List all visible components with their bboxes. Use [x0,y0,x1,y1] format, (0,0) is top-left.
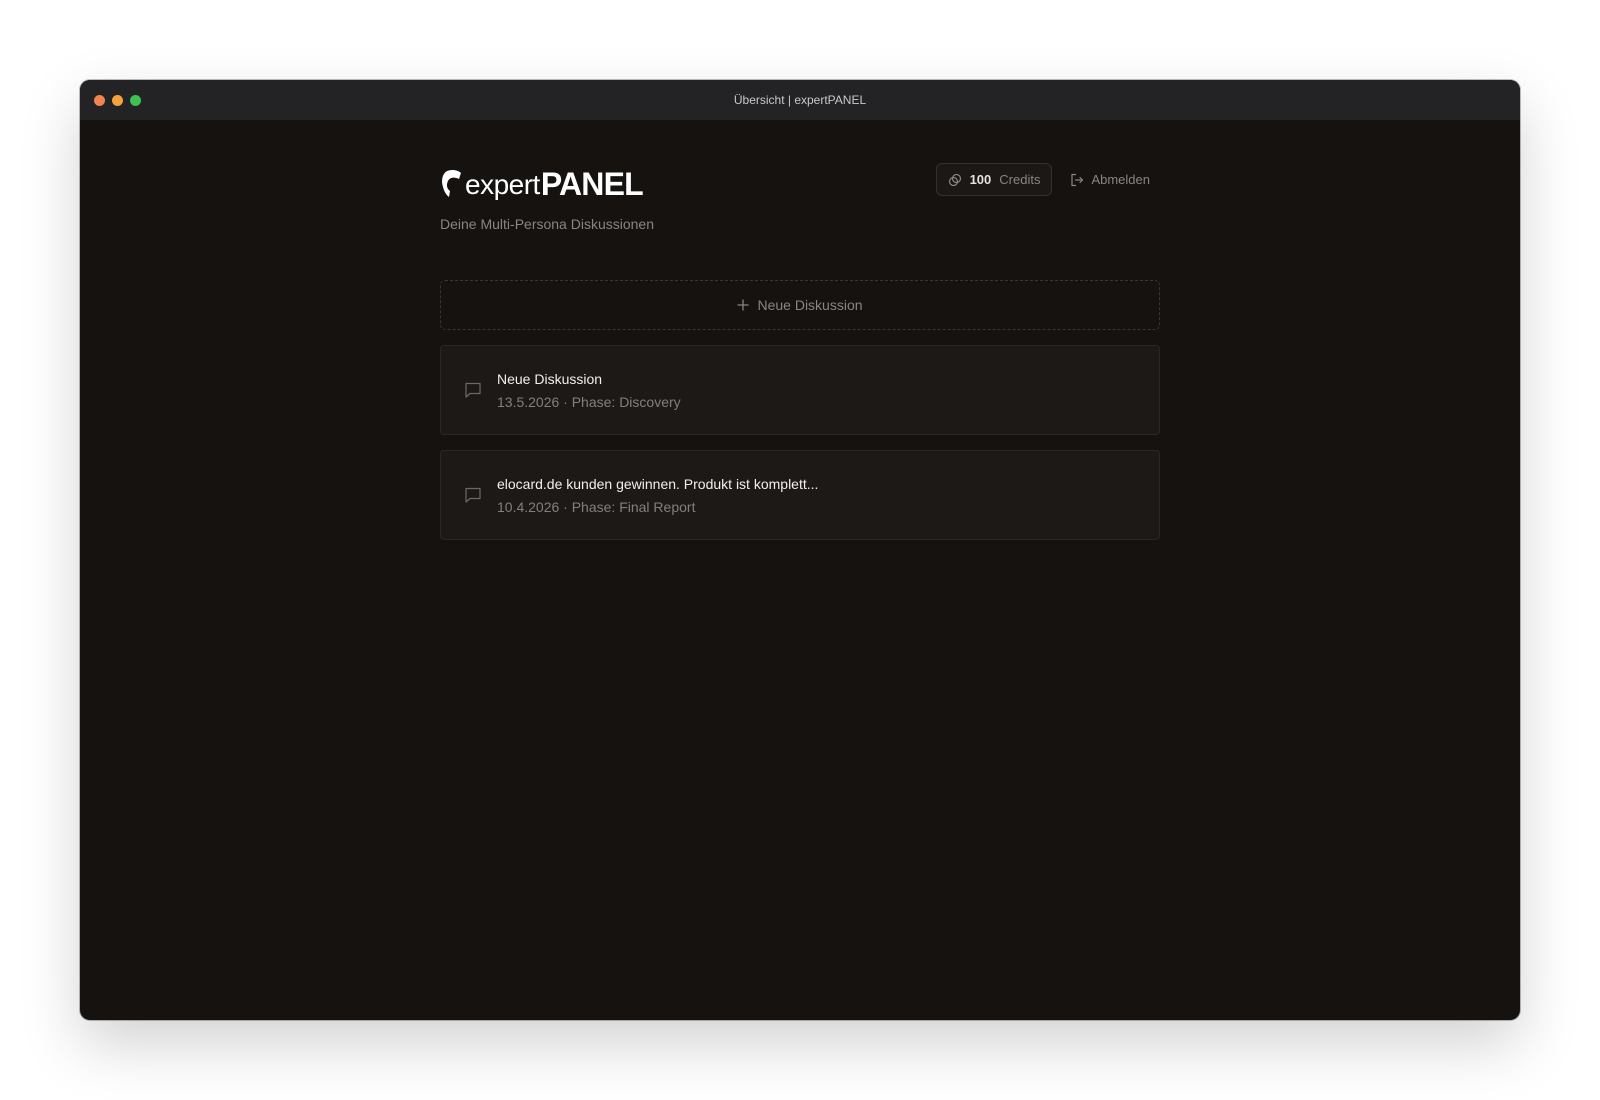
main-content: expert PANEL Deine Multi-Persona Diskuss… [80,120,1520,1020]
brand-name-light: expert [465,169,540,200]
credits-value: 100 [969,172,992,187]
credits-label: Credits [999,172,1041,187]
logout-label: Abmelden [1091,172,1150,187]
chat-bubble-icon [464,381,482,399]
discussion-meta: 10.4.2026 · Phase: Final Report [497,498,696,515]
page-header: expert PANEL Deine Multi-Persona Diskuss… [440,120,1160,280]
discussion-title: Neue Diskussion [497,370,603,387]
close-window-button[interactable] [94,94,105,106]
window-controls [94,94,141,106]
brand-logo[interactable]: expert PANEL [440,164,644,202]
maximize-window-button[interactable] [130,94,141,106]
chat-bubble-icon [464,486,482,504]
logout-icon [1070,173,1084,187]
discussion-item[interactable]: elocard.de kunden gewinnen. Produkt ist … [440,450,1160,540]
plus-icon [737,299,750,311]
title-bar: Übersicht | expertPANEL [80,80,1520,120]
header-actions: 100 Credits Abmelden [935,163,1150,196]
coins-icon [948,173,962,187]
brand-mark-icon [442,169,461,197]
new-discussion-label: Neue Diskussion [757,297,863,313]
app-window: Übersicht | expertPANEL expert PANEL Dei… [80,80,1520,1020]
discussion-title: elocard.de kunden gewinnen. Produkt ist … [497,475,819,492]
discussion-meta: 13.5.2026 · Phase: Discovery [497,393,681,410]
logout-button[interactable]: Abmelden [1070,172,1150,187]
credits-badge[interactable]: 100 Credits [935,163,1053,196]
brand-name-bold: PANEL [540,166,644,202]
discussion-list: Neue Diskussion 13.5.2026 · Phase: Disco… [440,345,1160,555]
discussion-item[interactable]: Neue Diskussion 13.5.2026 · Phase: Disco… [440,345,1160,435]
page-container: expert PANEL Deine Multi-Persona Diskuss… [440,120,1160,540]
new-discussion-button[interactable]: Neue Diskussion [440,280,1160,330]
minimize-window-button[interactable] [112,94,123,106]
page-subtitle: Deine Multi-Persona Diskussionen [440,216,654,232]
window-title: Übersicht | expertPANEL [733,93,867,107]
